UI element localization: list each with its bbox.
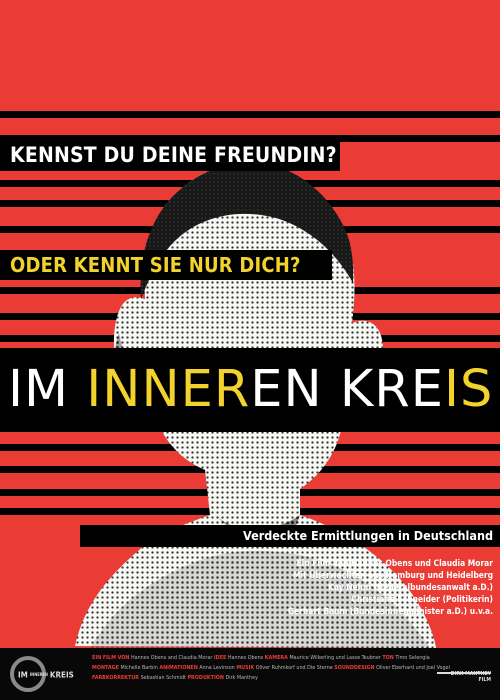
title-part-en-kre: EN KRE	[250, 360, 444, 419]
crew-row-3: FARBKORREKTUR Sebastian Schmidt PRODUKTI…	[92, 673, 397, 683]
credit-line-gerhart-baum: Gerhart Baum (Bundesinnenminister a.D.) …	[287, 606, 493, 616]
credit-name-music: Oliver Ruhmkorf und Die Sterne	[255, 665, 333, 671]
film-subtitle: Verdeckte Ermittlungen in Deutschland	[243, 528, 493, 543]
logo-inneren: INNEREN	[29, 672, 48, 677]
tagline-question-two: ODER KENNT SIE NUR DICH?	[10, 253, 301, 277]
credit-name-idea: Hannes Obens	[227, 655, 264, 661]
credit-role-color-correction: FARBKORREKTUR	[92, 675, 140, 681]
film-title: IM INNEREN KREIS	[0, 348, 500, 432]
film-poster: KENNST DU DEINE FREUNDIN? ODER KENNT SIE…	[0, 0, 500, 700]
credit-role-editing: MONTAGE	[92, 665, 119, 671]
credit-name-camera: Maurice Wilkerling und Lasse Teubner	[289, 655, 381, 661]
tagline-question-one: KENNST DU DEINE FREUNDIN?	[10, 143, 337, 167]
title-part-r: R	[213, 360, 251, 419]
credit-line-kay-nehm: Kay Nehm (Generalbundesanwalt a.D.)	[328, 582, 493, 592]
credit-name-production: Dirk Manthey	[225, 675, 258, 681]
credit-line-director: Ein Film von Hannes Obens und Claudia Mo…	[296, 558, 493, 568]
credit-name-editing: Michelle Barbin	[120, 665, 158, 671]
title-part-is: IS	[443, 360, 494, 419]
credit-name-sound: Timo Selengia	[395, 655, 430, 661]
film-logo-text: IM INNEREN KREIS	[18, 669, 74, 681]
title-part-inne: INNE	[86, 360, 214, 419]
credit-role-sound: TON	[382, 655, 394, 661]
title-part-im: IM	[8, 360, 87, 419]
logo-im: IM	[18, 670, 28, 680]
credit-role-production: PRODUKTION	[187, 675, 224, 681]
crew-credits: EIN FILM VON Hannes Obens and Claudia Mo…	[92, 653, 450, 683]
credit-line-observed: Mit Überwachten aus Hamburg und Heidelbe…	[293, 570, 493, 580]
distributor-logo: DIRK MANTHEY FILM	[450, 671, 491, 683]
credit-role-sound-design: SOUNDDESIGN	[334, 665, 375, 671]
credit-role-idea: IDEE	[213, 655, 227, 661]
credit-name-film-by: Hannes Obens and Claudia Morar	[130, 655, 213, 661]
credit-role-animations: ANIMATIONEN	[159, 665, 198, 671]
credit-name-animations: Anna Levinson	[199, 665, 235, 671]
credit-name-color-correction: Sebastian Schmidt	[140, 675, 186, 681]
cast-credits: Ein Film von Hannes Obens und Claudia Mo…	[193, 557, 493, 617]
credit-line-christiane-schneider: Christiane Schneider (Politikerin)	[351, 594, 493, 604]
credit-role-camera: KAMERA	[264, 655, 288, 661]
credit-role-music: MUSIK	[236, 665, 255, 671]
crew-row-2: MONTAGE Michelle Barbin ANIMATIONEN Anna…	[92, 663, 450, 673]
credit-role-film-by: EIN FILM VON	[92, 655, 130, 661]
credit-name-sound-design: Oliver Eberhard und Joel Vogel	[376, 665, 450, 671]
crew-row-1: EIN FILM VON Hannes Obens and Claudia Mo…	[92, 653, 430, 663]
logo-kreis: KREIS	[49, 670, 74, 680]
